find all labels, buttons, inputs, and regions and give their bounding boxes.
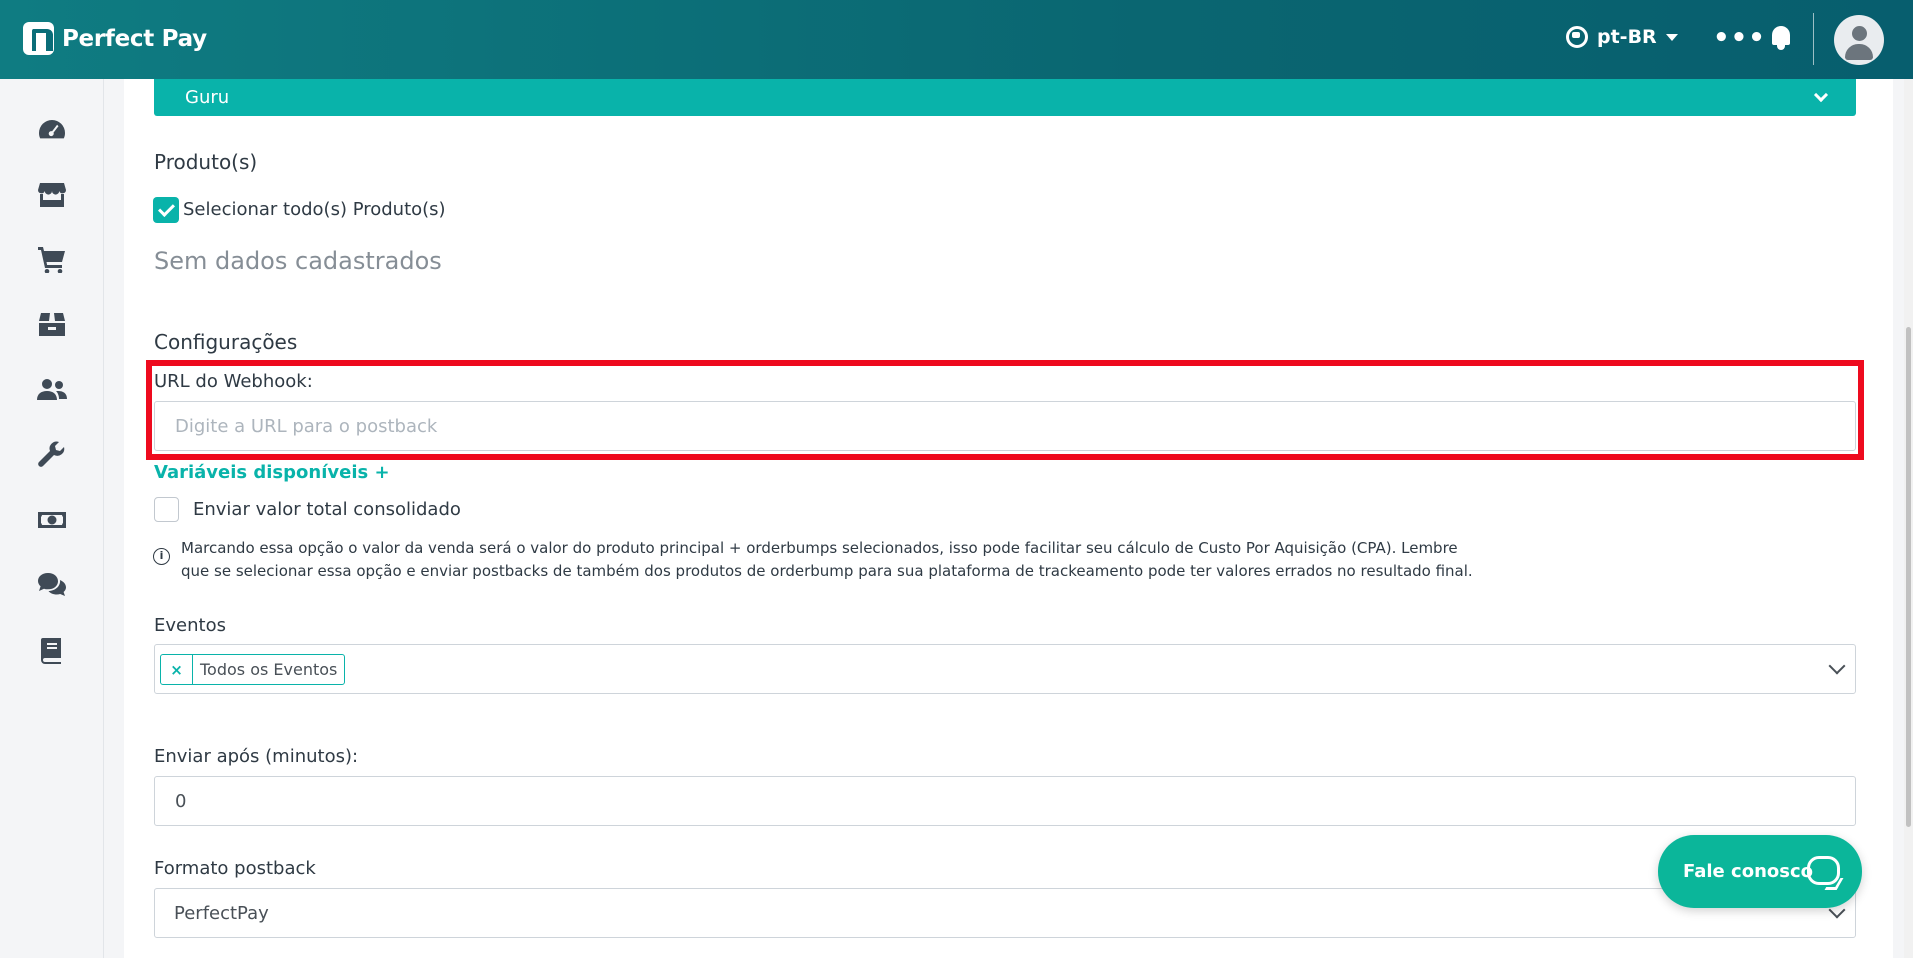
contact-us-label: Fale conosco [1683, 861, 1813, 882]
postback-format-label: Formato postback [154, 858, 316, 879]
events-multiselect[interactable]: × Todos os Eventos [154, 644, 1856, 694]
postback-format-value: PerfectPay [174, 902, 269, 924]
box-icon[interactable] [37, 310, 67, 338]
settings-title: Configurações [154, 330, 298, 354]
select-all-products-checkbox[interactable] [153, 197, 179, 223]
cart-icon[interactable] [37, 245, 67, 273]
language-label: pt-BR [1597, 26, 1657, 48]
chat-icon[interactable] [37, 571, 67, 599]
select-all-products-label[interactable]: Selecionar todo(s) Produto(s) [183, 199, 446, 220]
language-selector[interactable]: pt-BR [1566, 26, 1678, 48]
top-bar: Perfect Pay pt-BR ••• [0, 0, 1913, 79]
chat-bubble-icon [1807, 856, 1840, 885]
sidebar [0, 79, 104, 958]
caret-down-icon [1665, 33, 1678, 41]
money-icon[interactable] [37, 506, 67, 534]
dashboard-icon[interactable] [37, 116, 67, 144]
remove-tag-icon[interactable]: × [161, 655, 193, 684]
brand-name: Perfect Pay [62, 25, 207, 52]
chevron-down-icon [1813, 87, 1829, 103]
chevron-down-icon[interactable] [1828, 657, 1846, 675]
event-tag: × Todos os Eventos [160, 654, 346, 685]
scrollbar-thumb[interactable] [1906, 327, 1911, 827]
header-divider [1813, 13, 1814, 65]
send-after-label: Enviar após (minutos): [154, 746, 359, 767]
integration-select[interactable]: Guru [154, 79, 1856, 116]
send-after-minutes-input[interactable] [154, 776, 1856, 826]
products-empty-state: Sem dados cadastrados [154, 247, 442, 275]
postback-format-select[interactable]: PerfectPay [154, 888, 1856, 938]
products-title: Produto(s) [154, 150, 258, 174]
avatar[interactable] [1834, 15, 1884, 65]
event-tag-label: Todos os Eventos [200, 660, 338, 679]
wrench-icon[interactable] [37, 441, 67, 469]
consolidated-help-text: Marcando essa opção o valor da venda ser… [181, 539, 1473, 580]
consolidated-total-label[interactable]: Enviar valor total consolidado [193, 499, 461, 520]
integration-selected-value: Guru [185, 87, 230, 108]
events-label: Eventos [154, 615, 226, 636]
bell-icon[interactable] [1770, 25, 1792, 51]
webhook-url-input[interactable] [154, 401, 1856, 451]
webhook-url-label: URL do Webhook: [154, 371, 313, 392]
logo-icon [23, 22, 54, 55]
store-icon[interactable] [37, 181, 67, 209]
users-icon[interactable] [37, 376, 67, 404]
brand-logo[interactable]: Perfect Pay [23, 22, 207, 55]
info-icon: i [153, 548, 170, 565]
globe-icon [1566, 26, 1588, 48]
available-variables-link[interactable]: Variáveis disponíveis + [154, 462, 390, 483]
contact-us-button[interactable]: Fale conosco [1658, 835, 1862, 908]
book-icon[interactable] [37, 637, 67, 665]
more-options-icon[interactable]: ••• [1713, 23, 1766, 53]
consolidated-total-checkbox[interactable] [154, 497, 179, 522]
